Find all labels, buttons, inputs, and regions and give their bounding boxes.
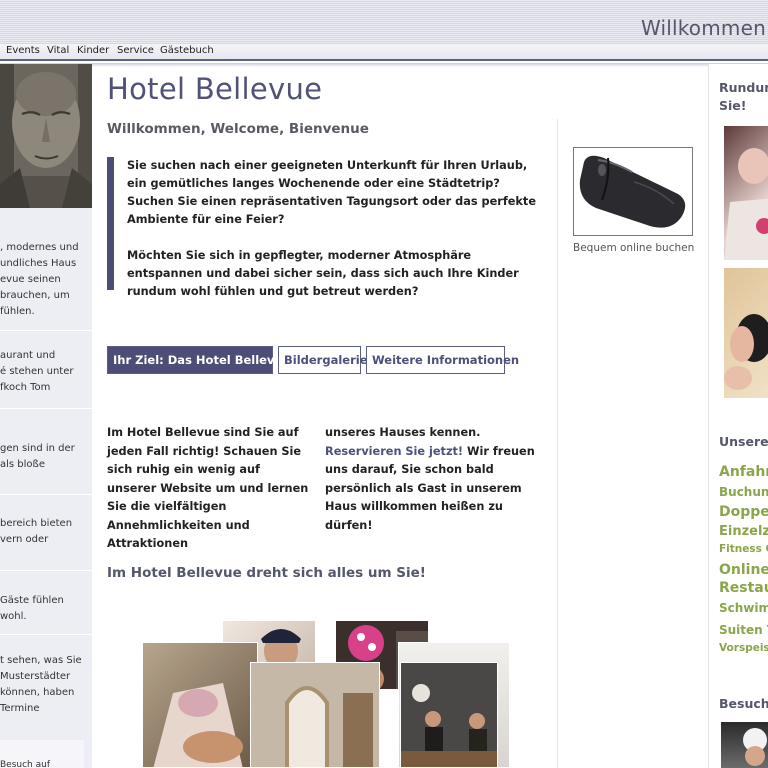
right-link-fitness[interactable]: Fitness C (719, 543, 768, 555)
statue-illustration (0, 64, 92, 208)
main-content: Hotel Bellevue Willkommen, Welcome, Bien… (92, 64, 708, 768)
header-headline: Willkommen (640, 16, 766, 40)
intro-paragraph-1: Sie suchen nach einer geeigneten Unterku… (127, 159, 536, 226)
left-divider (0, 634, 92, 635)
right-link-vorspeise[interactable]: Vorspeise (719, 642, 768, 654)
tab-hotel-bellevue[interactable]: Ihr Ziel: Das Hotel Bellevue (107, 346, 290, 374)
collage-photo-interior (250, 662, 380, 768)
nav-item-service[interactable]: Service (117, 45, 154, 56)
left-paragraph-1: , modernes und undliches Haus evue seine… (0, 242, 79, 317)
tab-bildergalerie[interactable]: Bildergalerie (278, 346, 368, 374)
tab-weitere-informationen[interactable]: Weitere Informationen (366, 346, 519, 374)
right-link-doppel[interactable]: Doppel (719, 504, 768, 520)
left-paragraph-4: bereich bieten vern oder (0, 518, 73, 545)
header-banner: Willkommen (0, 0, 768, 44)
right-photo-chef (721, 722, 768, 768)
left-divider (0, 330, 92, 331)
left-paragraph-6: t sehen, was Sie Musterstädter können, h… (0, 655, 82, 714)
right-link-anfahrt[interactable]: Anfahrt (719, 464, 768, 480)
right-photo-guest (724, 268, 768, 398)
right-photo-waiter (724, 126, 768, 260)
right-sidebar: Rundum Sie! Unsere I Anfahrt Buchung Dop… (708, 64, 768, 768)
collage-photo-spa (142, 642, 258, 768)
left-sidebar: , modernes und undliches Haus evue seine… (0, 64, 92, 768)
right-link-schwimm[interactable]: Schwimm (719, 601, 768, 615)
statue-image (0, 64, 92, 208)
left-visit-label: Besuch auf (0, 760, 51, 768)
computer-mouse-icon (574, 148, 692, 235)
left-divider (0, 408, 92, 409)
promo-caption[interactable]: Bequem online buchen (573, 242, 694, 254)
right-section-heading: Unsere I (719, 434, 768, 449)
section-heading: Im Hotel Bellevue dreht sich alles um Si… (107, 565, 426, 581)
right-link-suiten[interactable]: Suiten T (719, 623, 768, 637)
nav-item-gaestebuch[interactable]: Gästebuch (160, 45, 214, 56)
left-divider (0, 494, 92, 495)
left-divider (0, 570, 92, 571)
intro-paragraph-2: Möchten Sie sich in gepflegter, moderner… (127, 249, 519, 298)
right-link-online[interactable]: Online- (719, 562, 768, 578)
left-paragraph-5: Gäste fühlen wohl. (0, 595, 64, 622)
column-divider (557, 119, 558, 768)
intro-quote: Sie suchen nach einer geeigneten Unterku… (107, 157, 547, 298)
left-visit-box[interactable]: Besuch auf (0, 740, 84, 768)
text-column-1: Im Hotel Bellevue sind Sie auf jeden Fal… (107, 426, 309, 550)
promo-mouse-image[interactable] (573, 147, 693, 236)
nav-item-events[interactable]: Events (6, 45, 40, 56)
reserve-now-link[interactable]: Reservieren Sie jetzt! (325, 445, 463, 458)
page-subtitle: Willkommen, Welcome, Bienvenue (107, 121, 369, 137)
left-paragraph-2: aurant und é stehen unter fkoch Tom (0, 350, 74, 393)
right-link-einzel[interactable]: Einzelzi (719, 524, 768, 539)
photo-collage (142, 620, 522, 768)
left-paragraph-3: gen sind in der als bloße (0, 443, 75, 470)
text-column-2: unseres Hauses kennen. Reservieren Sie j… (325, 426, 535, 532)
collage-photo-meeting (400, 662, 498, 768)
nav-item-vital[interactable]: Vital (47, 45, 69, 56)
right-link-restaurant[interactable]: Restau (719, 580, 768, 596)
page-title: Hotel Bellevue (107, 72, 323, 106)
main-navigation: Events Vital Kinder Service Gästebuch (0, 44, 768, 61)
right-visit-heading: Besuche (719, 696, 768, 711)
nav-item-kinder[interactable]: Kinder (77, 45, 109, 56)
right-link-buchung[interactable]: Buchung (719, 485, 768, 499)
right-intro-line-1: Rundum (719, 80, 768, 95)
right-intro-line-2: Sie! (719, 98, 747, 113)
